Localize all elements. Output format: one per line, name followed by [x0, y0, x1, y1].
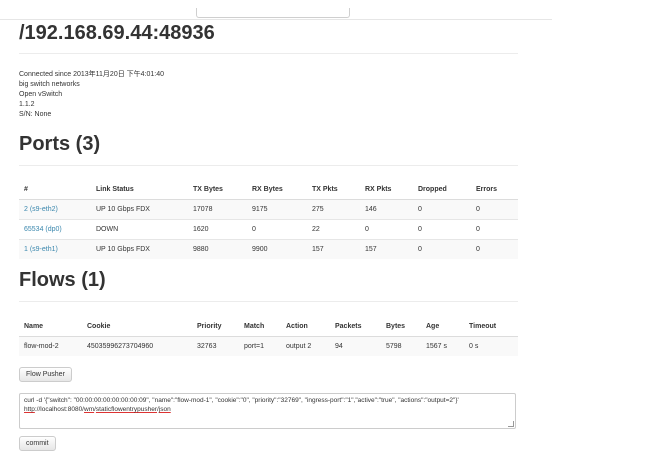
col-timeout: Timeout: [464, 317, 518, 337]
version: 1.1.2: [19, 101, 35, 108]
cell-action: output 2: [281, 336, 330, 356]
url-segment-json: json: [158, 406, 171, 413]
curl-command-textarea[interactable]: curl -d '{"switch": "00:00:00:00:00:00:0…: [19, 393, 516, 429]
cell-errors: 0: [471, 199, 518, 220]
cell-tx-bytes: 9880: [188, 239, 247, 259]
software: Open vSwitch: [19, 91, 63, 98]
url-host: ://localhost:8080/: [34, 406, 84, 413]
cell-link-status: UP 10 Gbps FDX: [91, 239, 188, 259]
cell-cookie: 45035996273704960: [82, 336, 192, 356]
port-link[interactable]: 1 (s9-eth1): [24, 246, 58, 253]
table-row: flow-mod-2 45035996273704960 32763 port=…: [19, 336, 518, 356]
url-segment-pusher: staticflowentrypusher: [95, 406, 157, 413]
cell-errors: 0: [471, 219, 518, 240]
cell-packets: 94: [330, 336, 381, 356]
switch-info: Connected since 2013年11月20日 下午4:01:40 bi…: [19, 70, 164, 120]
divider: [19, 301, 518, 302]
cell-dropped: 0: [413, 239, 471, 259]
cell-errors: 0: [471, 239, 518, 259]
connected-since: Connected since 2013年11月20日 下午4:01:40: [19, 71, 165, 78]
table-row: 1 (s9-eth1) UP 10 Gbps FDX 9880 9900 157…: [19, 239, 518, 259]
cell-tx-pkts: 157: [307, 239, 360, 259]
flows-header-row: Name Cookie Priority Match Action Packet…: [19, 317, 518, 337]
curl-command-text: curl -d '{"switch": "00:00:00:00:00:00:0…: [24, 397, 459, 404]
cell-tx-bytes: 17078: [188, 199, 247, 220]
commit-button[interactable]: commit: [19, 436, 56, 451]
flows-heading: Flows (1): [19, 269, 106, 291]
url-scheme: http: [24, 406, 35, 413]
cell-link-status: UP 10 Gbps FDX: [91, 199, 188, 220]
port-link[interactable]: 2 (s9-eth2): [24, 206, 58, 213]
col-link-status: Link Status: [91, 180, 188, 200]
top-navbar: [0, 0, 552, 20]
cell-timeout: 0 s: [464, 336, 518, 356]
cell-rx-bytes: 9900: [247, 239, 307, 259]
search-input[interactable]: [196, 8, 350, 18]
ports-table: # Link Status TX Bytes RX Bytes TX Pkts …: [19, 180, 518, 259]
flows-table: Name Cookie Priority Match Action Packet…: [19, 317, 518, 356]
port-link[interactable]: 65534 (dp0): [24, 226, 62, 233]
col-bytes: Bytes: [381, 317, 421, 337]
serial-number: S/N: None: [19, 111, 52, 118]
col-tx-bytes: TX Bytes: [188, 180, 247, 200]
cell-match: port=1: [239, 336, 281, 356]
col-port-number: #: [19, 180, 91, 200]
cell-age: 1567 s: [421, 336, 464, 356]
col-rx-bytes: RX Bytes: [247, 180, 307, 200]
col-match: Match: [239, 317, 281, 337]
cell-priority: 32763: [192, 336, 239, 356]
col-errors: Errors: [471, 180, 518, 200]
cell-dropped: 0: [413, 199, 471, 220]
manufacturer: big switch networks: [19, 81, 80, 88]
cell-tx-pkts: 22: [307, 219, 360, 240]
col-action: Action: [281, 317, 330, 337]
url-segment-wm: wm: [84, 406, 95, 413]
cell-rx-pkts: 146: [360, 199, 413, 220]
switch-title: /192.168.69.44:48936: [19, 22, 215, 44]
col-packets: Packets: [330, 317, 381, 337]
table-row: 65534 (dp0) DOWN 1620 0 22 0 0 0: [19, 219, 518, 240]
cell-bytes: 5798: [381, 336, 421, 356]
cell-tx-pkts: 275: [307, 199, 360, 220]
col-priority: Priority: [192, 317, 239, 337]
cell-rx-bytes: 9175: [247, 199, 307, 220]
ports-header-row: # Link Status TX Bytes RX Bytes TX Pkts …: [19, 180, 518, 200]
table-row: 2 (s9-eth2) UP 10 Gbps FDX 17078 9175 27…: [19, 199, 518, 220]
cell-dropped: 0: [413, 219, 471, 240]
cell-rx-bytes: 0: [247, 219, 307, 240]
col-age: Age: [421, 317, 464, 337]
col-dropped: Dropped: [413, 180, 471, 200]
cell-name: flow-mod-2: [19, 336, 82, 356]
col-rx-pkts: RX Pkts: [360, 180, 413, 200]
col-cookie: Cookie: [82, 317, 192, 337]
flow-pusher-button[interactable]: Flow Pusher: [19, 367, 72, 382]
divider: [19, 53, 518, 54]
col-tx-pkts: TX Pkts: [307, 180, 360, 200]
cell-rx-pkts: 157: [360, 239, 413, 259]
divider: [19, 165, 518, 166]
cell-tx-bytes: 1620: [188, 219, 247, 240]
col-name: Name: [19, 317, 82, 337]
cell-link-status: DOWN: [91, 219, 188, 240]
resize-grip-icon[interactable]: [508, 421, 514, 427]
ports-heading: Ports (3): [19, 133, 101, 155]
cell-rx-pkts: 0: [360, 219, 413, 240]
